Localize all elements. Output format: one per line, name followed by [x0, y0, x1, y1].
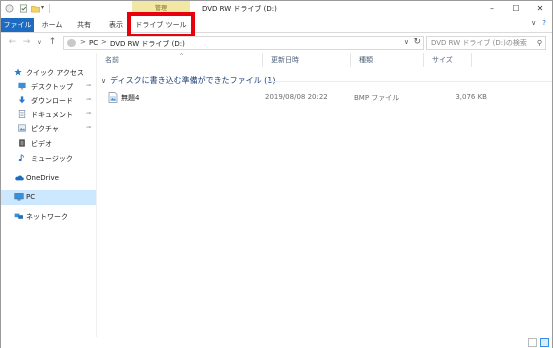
- qat-separator: [49, 4, 50, 13]
- file-size: 3,076 KB: [455, 93, 487, 101]
- file-date: 2019/08/08 20:22: [265, 93, 328, 101]
- nav-item-pc[interactable]: PC: [1, 190, 96, 205]
- close-button[interactable]: ✕: [528, 1, 552, 16]
- nav-item-documents[interactable]: ドキュメント ⊸: [1, 107, 96, 122]
- nav-item-label: クイック アクセス: [26, 69, 84, 77]
- table-row[interactable]: 無題4 2019/08/08 20:22 BMP ファイル 3,076 KB: [97, 92, 552, 104]
- picture-icon: [18, 124, 26, 132]
- up-button[interactable]: ↑: [47, 37, 58, 48]
- group-label: ディスクに書き込む準備ができたファイル (1): [110, 76, 276, 85]
- group-divider: [267, 81, 552, 82]
- column-header-size[interactable]: サイズ: [424, 53, 472, 67]
- column-header-type[interactable]: 種類: [351, 53, 424, 67]
- breadcrumb-separator[interactable]: >: [80, 38, 86, 46]
- desktop-icon: [18, 82, 26, 90]
- star-icon: [14, 68, 22, 76]
- window-title: DVD RW ドライブ (D:): [202, 5, 277, 13]
- file-name: 無題4: [121, 94, 140, 102]
- tab-file[interactable]: ファイル: [1, 18, 34, 32]
- title-bar: ▾ 管理 DVD RW ドライブ (D:) – ☐ ✕: [1, 1, 552, 16]
- collapse-group-icon[interactable]: ∨: [101, 77, 106, 85]
- tab-view[interactable]: 表示: [105, 18, 127, 32]
- recent-locations-button[interactable]: ∨: [34, 37, 45, 48]
- address-field[interactable]: > PC > DVD RW ドライブ (D:) ∨ ↻: [63, 36, 424, 50]
- nav-item-network[interactable]: ネットワーク: [1, 209, 96, 224]
- file-type: BMP ファイル: [354, 94, 400, 102]
- help-icon[interactable]: ?: [542, 19, 546, 27]
- nav-item-label: デスクトップ: [31, 83, 73, 91]
- nav-item-label: ピクチャ: [31, 125, 59, 133]
- document-icon: [18, 110, 26, 118]
- column-header-label: 名前: [105, 56, 119, 64]
- nav-item-label: ビデオ: [31, 140, 52, 148]
- pin-icon[interactable]: ⊸: [86, 96, 91, 103]
- nav-item-music[interactable]: ミュージック: [1, 151, 96, 166]
- nav-item-pictures[interactable]: ピクチャ ⊸: [1, 121, 96, 136]
- breadcrumb-dvd-drive[interactable]: DVD RW ドライブ (D:): [110, 39, 185, 49]
- nav-item-label: PC: [26, 193, 36, 201]
- pin-icon[interactable]: ⊸: [86, 82, 91, 89]
- large-icons-view-button[interactable]: [540, 338, 549, 347]
- navigation-pane: クイック アクセス デスクトップ ⊸ ダウンロード ⊸ ドキュメント ⊸ ピクチ…: [1, 53, 96, 337]
- pin-icon[interactable]: ⊸: [86, 124, 91, 131]
- breadcrumb-pc[interactable]: PC: [89, 39, 98, 47]
- refresh-icon[interactable]: ↻: [413, 37, 421, 47]
- tab-share[interactable]: 共有: [73, 18, 95, 32]
- nav-item-label: ダウンロード: [31, 97, 73, 105]
- maximize-button[interactable]: ☐: [504, 1, 528, 16]
- search-box[interactable]: ⚲: [426, 36, 546, 50]
- nav-item-desktop[interactable]: デスクトップ ⊸: [1, 79, 96, 94]
- address-bar-row: ← → ∨ ↑ > PC > DVD RW ドライブ (D:) ∨ ↻ ⚲: [1, 34, 552, 52]
- back-button[interactable]: ←: [7, 37, 18, 48]
- video-icon: [19, 139, 25, 147]
- pin-icon[interactable]: ⊸: [86, 110, 91, 117]
- sort-ascending-icon: ^: [179, 53, 185, 60]
- nav-item-videos[interactable]: ビデオ: [1, 136, 96, 151]
- collapse-ribbon-icon[interactable]: ∨: [531, 19, 536, 27]
- download-icon: [18, 96, 26, 104]
- address-dropdown-icon[interactable]: ∨: [404, 38, 409, 46]
- column-header-name[interactable]: 名前 ^: [97, 53, 263, 67]
- group-header[interactable]: ∨ ディスクに書き込む準備ができたファイル (1): [97, 75, 275, 88]
- bmp-file-icon: [108, 92, 118, 103]
- location-icon: [67, 39, 76, 47]
- details-view-button[interactable]: [528, 338, 537, 347]
- explorer-window: ▾ 管理 DVD RW ドライブ (D:) – ☐ ✕ ファイル ホーム 共有 …: [0, 0, 553, 348]
- minimize-button[interactable]: –: [480, 1, 504, 16]
- network-icon: [14, 213, 23, 219]
- nav-item-label: ドキュメント: [31, 111, 73, 119]
- new-folder-icon[interactable]: [31, 4, 40, 13]
- breadcrumb-separator[interactable]: >: [101, 38, 107, 46]
- search-input[interactable]: [427, 37, 545, 49]
- status-bar: [1, 337, 552, 348]
- pc-icon: [14, 193, 24, 201]
- ribbon-tabs: ファイル ホーム 共有 表示 ドライブ ツール ∨ ?: [1, 16, 552, 33]
- nav-item-downloads[interactable]: ダウンロード ⊸: [1, 93, 96, 108]
- nav-item-label: ネットワーク: [26, 213, 68, 221]
- column-header-date[interactable]: 更新日時: [263, 53, 351, 67]
- nav-item-label: ミュージック: [31, 155, 73, 163]
- music-icon: [18, 154, 24, 162]
- nav-item-label: OneDrive: [26, 174, 59, 182]
- nav-item-quick-access[interactable]: クイック アクセス: [1, 65, 96, 80]
- file-list: 名前 ^ 更新日時 種類 サイズ ∨ ディスクに書き込む準備ができたファイル (1…: [97, 53, 552, 337]
- tab-home[interactable]: ホーム: [39, 18, 65, 32]
- app-icon[interactable]: [5, 4, 14, 13]
- forward-button[interactable]: →: [21, 37, 32, 48]
- cloud-icon: [15, 175, 24, 181]
- nav-item-onedrive[interactable]: OneDrive: [1, 171, 96, 186]
- search-icon: ⚲: [536, 39, 542, 47]
- properties-icon[interactable]: [19, 4, 28, 13]
